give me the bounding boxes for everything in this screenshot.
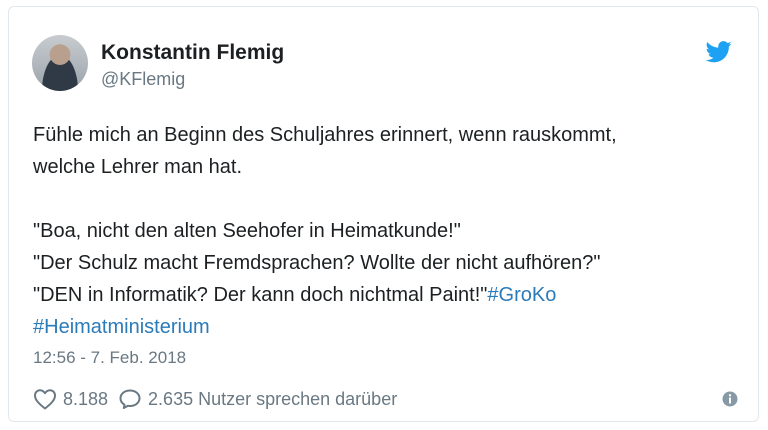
tweet-timestamp[interactable]: 12:56 - 7. Feb. 2018 [33, 348, 186, 368]
tweet-quote: "Boa, nicht den alten Seehofer in Heimat… [33, 220, 461, 242]
tweet-actions: 8.188 2.635 Nutzer sprechen darüber [33, 385, 407, 413]
tweet-text: Fühle mich an Beginn des Schuljahres eri… [33, 119, 743, 343]
like-count: 8.188 [63, 388, 109, 409]
tweet-quote: "DEN in Informatik? Der kann doch nichtm… [33, 284, 488, 306]
tweet-line: welche Lehrer man hat. [33, 156, 243, 178]
author-handle[interactable]: @KFlemig [101, 69, 185, 90]
tweet-quote: "Der Schulz macht Fremdsprachen? Wollte … [33, 252, 601, 274]
author-name[interactable]: Konstantin Flemig [101, 41, 284, 65]
tweet-card: Konstantin Flemig @KFlemig Fühle mich an… [8, 6, 759, 422]
avatar[interactable] [32, 35, 88, 91]
hashtag-link-groko[interactable]: #GroKo [487, 284, 556, 306]
twitter-bird-icon[interactable] [706, 41, 732, 63]
heart-icon [34, 389, 56, 410]
like-button[interactable]: 8.188 [33, 388, 108, 410]
tweet-line: Fühle mich an Beginn des Schuljahres eri… [33, 124, 617, 146]
speech-bubble-icon [119, 389, 141, 409]
hashtag-link-heimatministerium[interactable]: #Heimatministerium [33, 311, 743, 343]
tweet-quote-line: "DEN in Informatik? Der kann doch nichtm… [33, 279, 743, 311]
replies-text: 2.635 Nutzer sprechen darüber [148, 388, 398, 409]
info-icon[interactable] [722, 391, 738, 407]
reply-button[interactable]: 2.635 Nutzer sprechen darüber [118, 388, 397, 410]
